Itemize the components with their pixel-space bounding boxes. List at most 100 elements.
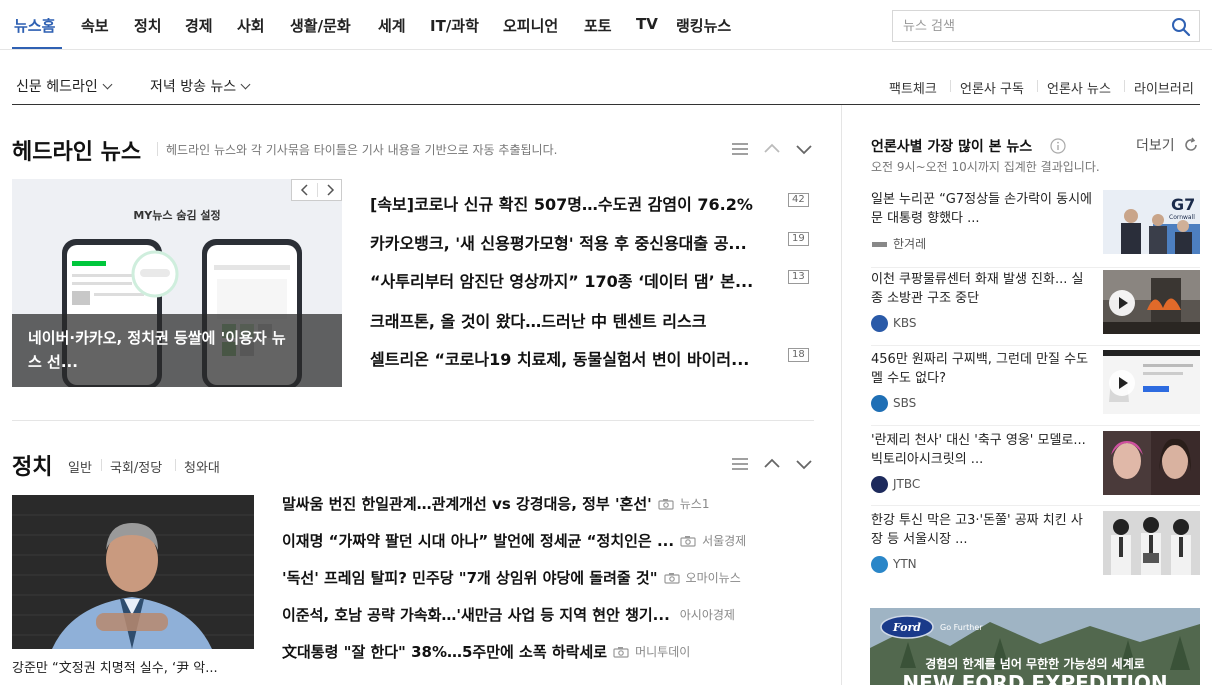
- search-input[interactable]: [903, 17, 1163, 35]
- evening-broadcast-dropdown[interactable]: 저녁 방송 뉴스: [150, 76, 251, 96]
- thumbnail-g7-text: G7: [1171, 195, 1195, 214]
- press-label: YTN: [871, 556, 917, 573]
- news-title: 이재명 “가짜약 팔던 시대 아나” 발언에 정세균 “정치인은 ...: [282, 532, 675, 550]
- press-name: 한겨레: [893, 237, 927, 251]
- list-view-icon[interactable]: [731, 456, 749, 472]
- politics-sub-bluehouse[interactable]: 청와대: [184, 457, 220, 476]
- divider: [871, 345, 1200, 346]
- ranking-item[interactable]: 456만 원짜리 구찌백, 그런데 만질 수도 멜 수도 없다? SBS: [871, 350, 1200, 428]
- divider: [950, 80, 951, 92]
- tab-opinion[interactable]: 오피니언: [503, 15, 558, 36]
- news-source: 머니투데이: [635, 645, 691, 659]
- ranking-item-title: 일본 누리꾼 “G7정상들 손가락이 동시에 문 대통령 향했다 ...: [871, 192, 1093, 226]
- ranking-title: 언론사별 가장 많이 본 뉴스: [871, 139, 1033, 155]
- ranking-thumbnail: [1103, 431, 1200, 495]
- play-icon[interactable]: [1109, 370, 1135, 396]
- politics-sub-assembly[interactable]: 국회/정당: [110, 457, 162, 476]
- article-count-badge: 19: [788, 232, 809, 246]
- tab-world[interactable]: 세계: [378, 15, 406, 36]
- tab-life-culture[interactable]: 생활/문화: [290, 15, 351, 36]
- press-name: JTBC: [893, 477, 921, 491]
- ford-ad-banner[interactable]: Ford Go Further 경험의 한계를 넘어 무한한 가능성의 세계로 …: [870, 608, 1200, 685]
- press-news-link[interactable]: 언론사 뉴스: [1047, 78, 1111, 97]
- camera-icon: [680, 535, 696, 547]
- news-list-item[interactable]: 이준석, 호남 공략 가속화…'새만금 사업 등 지역 현안 챙기... 아시아경…: [282, 604, 735, 626]
- divider: [871, 505, 1200, 506]
- ranking-item[interactable]: 이천 쿠팡물류센터 화재 발생 진화... 실종 소방관 구조 중단 KBS: [871, 270, 1200, 348]
- news-list-item[interactable]: 말싸움 번진 한일관계…관계개선 vs 강경대응, 정부 '혼선' 뉴스1: [282, 493, 709, 515]
- press-label: SBS: [871, 395, 916, 412]
- tab-politics[interactable]: 정치: [134, 15, 162, 36]
- tab-photo[interactable]: 포토: [584, 15, 612, 36]
- press-label: JTBC: [871, 476, 920, 493]
- play-icon[interactable]: [1109, 290, 1135, 316]
- divider: [12, 104, 1200, 105]
- headline-item[interactable]: 크래프톤, 올 것이 왔다…드러난 中 텐센트 리스크: [370, 308, 775, 332]
- tab-society[interactable]: 사회: [237, 15, 265, 36]
- politics-sub-general[interactable]: 일반: [68, 457, 92, 476]
- news-list-item[interactable]: 文대통령 "잘 한다" 38%…5주만에 소폭 하락세로 머니투데이: [282, 641, 690, 663]
- tab-economy[interactable]: 경제: [185, 15, 213, 36]
- chevron-down-icon[interactable]: [795, 141, 813, 157]
- chevron-left-icon[interactable]: [295, 183, 315, 197]
- ranking-item[interactable]: 한강 투신 막은 고3·'돈쭐' 공짜 치킨 사장 등 서울시장 ... YTN: [871, 511, 1200, 589]
- article-count-badge: 42: [788, 193, 809, 207]
- ranking-item[interactable]: 일본 누리꾼 “G7정상들 손가락이 동시에 문 대통령 향했다 ... 한겨레…: [871, 190, 1200, 268]
- news-list-item[interactable]: 이재명 “가짜약 팔던 시대 아나” 발언에 정세균 “정치인은 ... 서울경제: [282, 530, 746, 552]
- list-view-icon[interactable]: [731, 141, 749, 157]
- chevron-down-icon[interactable]: [795, 456, 813, 472]
- politics-photo-caption[interactable]: 강준만 “文정권 치명적 실수, ‘尹 악...: [12, 657, 254, 676]
- chevron-right-icon[interactable]: [320, 183, 340, 197]
- chevron-up-icon[interactable]: [763, 141, 781, 157]
- image-title: MY뉴스 숨김 설정: [133, 208, 220, 222]
- info-icon[interactable]: [1050, 138, 1066, 154]
- news-list-item[interactable]: '독선' 프레임 탈피? 민주당 "7개 상임위 야당에 돌려줄 것" 오마이뉴스: [282, 567, 741, 589]
- headline-image[interactable]: MY뉴스 숨김 설정 네이버·카카오, 정치권 등쌀에 '이용자 뉴스 선...…: [12, 179, 342, 387]
- headline-item[interactable]: “사투리부터 암진단 영상까지” 170종 ‘데이터 댐’ 본...: [370, 268, 775, 292]
- tab-ranking[interactable]: 랭킹뉴스: [676, 15, 731, 36]
- tab-it-science[interactable]: IT/과학: [430, 15, 479, 36]
- ad-line1: 경험의 한계를 넘어 무한한 가능성의 세계로: [925, 656, 1145, 671]
- headline-item[interactable]: 셀트리온 “코로나19 치료제, 동물실험서 변이 바이러...: [370, 346, 775, 370]
- press-subscribe-link[interactable]: 언론사 구독: [960, 78, 1024, 97]
- divider: [12, 420, 814, 421]
- jtbc-logo-icon: [871, 476, 888, 493]
- ranking-subtitle: 오전 9시~오전 10시까지 집계한 결과입니다.: [871, 160, 1100, 174]
- image-caption-overlay: 네이버·카카오, 정치권 등쌀에 '이용자 뉴스 선... 19: [12, 314, 342, 387]
- chevron-up-icon[interactable]: [763, 456, 781, 472]
- tab-tv[interactable]: TV: [636, 15, 658, 33]
- headline-section-title: 헤드라인 뉴스: [12, 140, 142, 165]
- divider: [101, 459, 102, 471]
- divider: [317, 183, 318, 197]
- news-title: '독선' 프레임 탈피? 민주당 "7개 상임위 야당에 돌려줄 것": [282, 569, 658, 587]
- fact-check-link[interactable]: 팩트체크: [889, 78, 937, 97]
- headline-item[interactable]: 카카오뱅크, '새 신용평가모형' 적용 후 중신용대출 공...: [370, 230, 775, 254]
- headline-description: 헤드라인 뉴스와 각 기사묶음 타이틀은 기사 내용을 기반으로 자동 추출됩니…: [166, 143, 558, 157]
- dropdown-label: 신문 헤드라인: [16, 79, 98, 95]
- news-title: 文대통령 "잘 한다" 38%…5주만에 소폭 하락세로: [282, 643, 608, 661]
- more-button[interactable]: 더보기: [1136, 135, 1175, 155]
- politics-section-title: 정치: [12, 455, 53, 480]
- tab-news-home[interactable]: 뉴스홈: [14, 15, 55, 36]
- library-link[interactable]: 라이브러리: [1134, 78, 1194, 97]
- ranking-thumbnail: [1103, 270, 1200, 334]
- newspaper-headline-dropdown[interactable]: 신문 헤드라인: [16, 76, 113, 96]
- ranking-thumbnail: [1103, 511, 1200, 575]
- chevron-down-icon: [102, 79, 113, 90]
- search-icon[interactable]: [1171, 17, 1191, 37]
- ranking-item[interactable]: '란제리 천사' 대신 '축구 영웅' 모델로...빅토리아시크릿의 ... J…: [871, 431, 1200, 509]
- news-source: 오마이뉴스: [685, 571, 741, 585]
- refresh-icon[interactable]: [1183, 137, 1199, 153]
- ad-image: Ford Go Further 경험의 한계를 넘어 무한한 가능성의 세계로 …: [870, 608, 1200, 685]
- headline-item[interactable]: [속보]코로나 신규 확진 507명…수도권 감염이 76.2%: [370, 191, 775, 215]
- search-box: [892, 10, 1200, 42]
- ad-line2: NEW FORD EXPEDITION: [902, 671, 1167, 685]
- ranking-item-title: 한강 투신 막은 고3·'돈쭐' 공짜 치킨 사장 등 서울시장 ...: [871, 513, 1083, 547]
- slide-controls: [291, 179, 342, 201]
- camera-icon: [663, 572, 680, 584]
- camera-icon: [613, 646, 629, 658]
- press-name: KBS: [893, 316, 917, 330]
- tab-breaking[interactable]: 속보: [81, 15, 109, 36]
- politics-photo[interactable]: [12, 495, 254, 649]
- thumbnail-cornwall-text: Cornwall: [1169, 214, 1195, 221]
